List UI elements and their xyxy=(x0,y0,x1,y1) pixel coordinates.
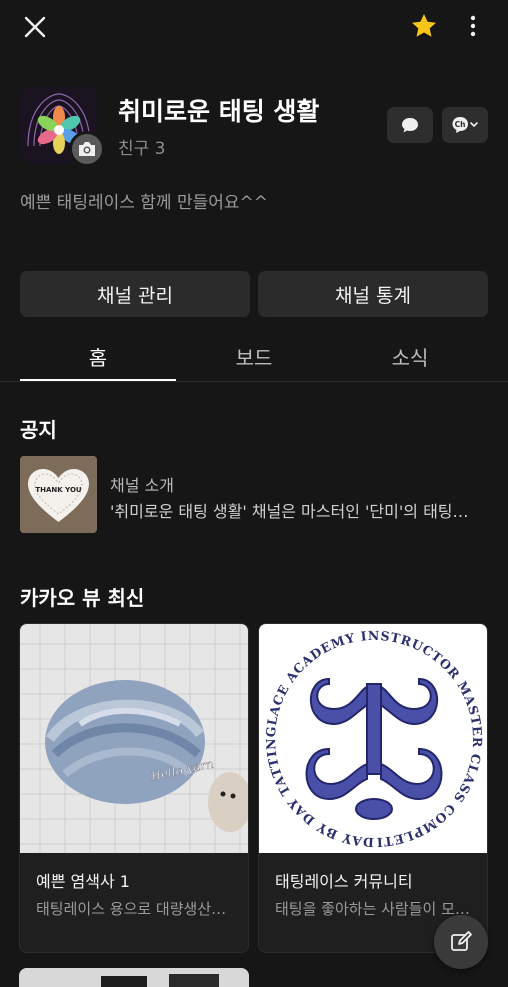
close-icon xyxy=(24,16,46,38)
favorite-button[interactable] xyxy=(409,11,439,41)
channel-stats-button[interactable]: 채널 통계 xyxy=(258,271,488,317)
tab-news[interactable]: 소식 xyxy=(332,330,488,382)
manage-channel-button[interactable]: 채널 관리 xyxy=(20,271,250,317)
edit-icon xyxy=(451,931,472,951)
tab-board[interactable]: 보드 xyxy=(176,330,332,382)
svg-text:THANK YOU: THANK YOU xyxy=(35,486,82,494)
close-button[interactable] xyxy=(20,12,50,42)
tab-bar: 홈 보드 소식 xyxy=(0,330,508,382)
camera-icon xyxy=(79,142,95,156)
write-post-button[interactable] xyxy=(434,915,488,969)
card-subtitle: 태팅레이스 용으로 대량생산된 실 xyxy=(36,900,236,918)
channel-ch-icon: Ch xyxy=(452,117,478,133)
card-image: Hello-yarn xyxy=(20,624,248,853)
kakao-view-section-title: 카카오 뷰 최신 xyxy=(20,586,145,610)
svg-text:Ch: Ch xyxy=(455,120,466,129)
view-card[interactable]: Hello-yarn 예쁜 염색사 1 태팅레이스 용으로 대량생산된 실 xyxy=(19,623,249,953)
star-icon xyxy=(412,14,436,37)
more-vertical-icon xyxy=(470,15,476,37)
active-tab-indicator xyxy=(20,379,176,381)
more-options-button[interactable] xyxy=(462,12,484,42)
card-subtitle: 태팅을 좋아하는 사람들이 모인 곳 xyxy=(275,900,475,918)
chat-button[interactable] xyxy=(387,107,433,143)
card-title: 예쁜 염색사 1 xyxy=(36,872,130,891)
notice-label[interactable]: 채널 소개 xyxy=(110,472,174,496)
channel-profile[interactable] xyxy=(20,86,105,167)
notice-thumbnail[interactable]: THANK YOU xyxy=(20,456,97,533)
channel-menu-button[interactable]: Ch xyxy=(442,107,488,143)
view-card[interactable]: DAY BY DAY TATTINGLACE ACADEMY INSTRUCTO… xyxy=(258,623,488,953)
chat-bubble-icon xyxy=(402,118,418,133)
notice-section-title: 공지 xyxy=(20,418,57,442)
channel-description: 예쁜 태팅레이스 함께 만들어요^^ xyxy=(20,193,269,213)
notice-text[interactable]: '취미로운 태팅 생활' 채널은 마스터인 '단미'의 태팅레이스 채널입니다 xyxy=(110,498,470,522)
tab-home[interactable]: 홈 xyxy=(20,330,176,382)
friend-count[interactable]: 친구 3 xyxy=(118,134,166,159)
card-image: DAY BY DAY TATTINGLACE ACADEMY INSTRUCTO… xyxy=(259,624,487,853)
change-photo-button[interactable] xyxy=(69,131,105,167)
view-card-partial[interactable] xyxy=(19,968,249,987)
top-bar xyxy=(0,0,508,56)
channel-name: 취미로운 태팅 생활 xyxy=(118,97,320,126)
card-title: 태팅레이스 커뮤니티 xyxy=(275,872,413,891)
